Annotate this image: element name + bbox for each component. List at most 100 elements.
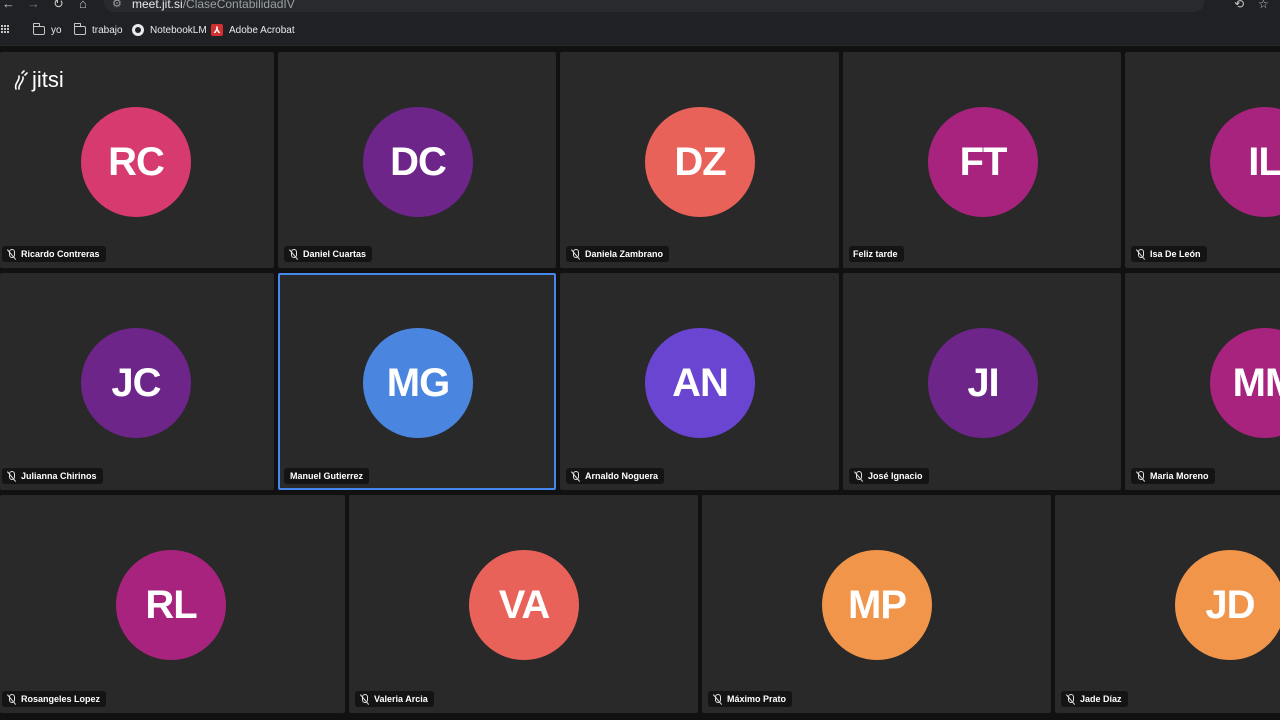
site-settings-icon[interactable]: ⚙ — [112, 0, 122, 10]
mic-muted-icon — [570, 248, 580, 260]
install-app-icon[interactable]: ⟲ — [1234, 0, 1244, 11]
participant-name-label: Arnaldo Noguera — [566, 468, 665, 484]
participant-name: Arnaldo Noguera — [585, 471, 659, 481]
url-path: /ClaseContabilidadIV — [182, 0, 295, 11]
participant-tile[interactable]: JC Julianna Chirinos — [0, 273, 274, 490]
participant-tile-active-speaker[interactable]: MG Manuel Gutierrez — [278, 273, 556, 490]
avatar-initials: DC — [390, 139, 447, 184]
participant-name-label: Valeria Arcia — [355, 691, 434, 707]
participant-tile[interactable]: DZ Daniela Zambrano — [560, 52, 839, 268]
back-icon[interactable]: ← — [2, 0, 15, 11]
participant-avatar: MP — [822, 550, 932, 660]
participant-tile[interactable]: MP Máximo Prato — [702, 495, 1051, 713]
participant-name: Daniela Zambrano — [585, 249, 664, 259]
participant-avatar: DZ — [645, 107, 755, 217]
avatar-initials: AN — [672, 360, 729, 405]
mic-muted-icon — [288, 248, 298, 260]
participant-name: Rosangeles Lopez — [21, 694, 101, 704]
participant-name-label: Ricardo Contreras — [2, 246, 106, 262]
avatar-initials: JC — [111, 360, 161, 405]
bookmarks-bar: yo trabajo NotebookLM ⅄ Adobe Acrobat — [0, 14, 1280, 46]
forward-icon[interactable]: → — [27, 0, 40, 11]
home-icon[interactable]: ⌂ — [79, 0, 87, 11]
acrobat-icon: ⅄ — [211, 24, 223, 36]
avatar-initials: MP — [848, 582, 907, 627]
participant-tile[interactable]: AN Arnaldo Noguera — [560, 273, 839, 490]
participant-name: Ricardo Contreras — [21, 249, 100, 259]
participant-avatar: JC — [81, 328, 191, 438]
participant-avatar: AN — [645, 328, 755, 438]
participant-name-label: José Ignacio — [849, 468, 929, 484]
jitsi-logo[interactable]: jitsi — [12, 67, 64, 93]
avatar-initials: JD — [1205, 582, 1255, 627]
mic-muted-icon — [712, 693, 722, 705]
participant-name-label: Daniela Zambrano — [566, 246, 670, 262]
participant-tile[interactable]: JD Jade Díaz — [1055, 495, 1280, 713]
reload-icon[interactable]: ↻ — [53, 0, 64, 11]
avatar-initials: MG — [386, 360, 450, 405]
participant-name: Maria Moreno — [1150, 471, 1209, 481]
jitsi-logo-icon — [14, 70, 28, 90]
avatar-initials: IL — [1248, 139, 1280, 184]
url-text[interactable]: meet.jit.si/ClaseContabilidadIV — [132, 0, 295, 11]
mic-muted-icon — [1065, 693, 1075, 705]
participant-name-label: Daniel Cuartas — [284, 246, 373, 262]
participant-tile[interactable]: VA Valeria Arcia — [349, 495, 698, 713]
participant-name-label: Isa De León — [1131, 246, 1207, 262]
mic-muted-icon — [1135, 470, 1145, 482]
participant-name-label: Feliz tarde — [849, 246, 904, 262]
participant-avatar: VA — [469, 550, 579, 660]
folder-icon — [73, 22, 86, 35]
bookmark-yo[interactable]: yo — [32, 22, 62, 38]
participant-name-label: Máximo Prato — [708, 691, 793, 707]
participant-name-label: Jade Díaz — [1061, 691, 1128, 707]
avatar-initials: RL — [145, 582, 197, 627]
bookmark-star-icon[interactable]: ☆ — [1258, 0, 1269, 11]
bookmark-label: yo — [51, 24, 62, 36]
participant-name: Valeria Arcia — [374, 694, 428, 704]
bookmark-notebooklm[interactable]: NotebookLM — [132, 22, 207, 38]
participant-tile[interactable]: JI José Ignacio — [843, 273, 1121, 490]
participant-avatar: JI — [928, 328, 1038, 438]
participant-name-label: Rosangeles Lopez — [2, 691, 107, 707]
participant-name: Daniel Cuartas — [303, 249, 367, 259]
bookmark-label: trabajo — [92, 24, 123, 36]
folder-icon — [32, 22, 45, 35]
participant-name: Julianna Chirinos — [21, 471, 97, 481]
participant-name: Máximo Prato — [727, 694, 787, 704]
notebooklm-icon — [132, 24, 144, 36]
participant-name: Manuel Gutierrez — [290, 471, 364, 481]
participant-name: Jade Díaz — [1080, 694, 1122, 704]
participant-tile[interactable]: IL Isa De León — [1125, 52, 1280, 268]
bookmark-label: NotebookLM — [150, 24, 207, 36]
participant-tile[interactable]: RL Rosangeles Lopez — [0, 495, 345, 713]
apps-grid-icon[interactable] — [0, 24, 9, 34]
participant-name-label: Maria Moreno — [1131, 468, 1215, 484]
participant-name: Isa De León — [1150, 249, 1201, 259]
participant-tile[interactable]: DC Daniel Cuartas — [278, 52, 556, 268]
participant-name: Feliz tarde — [853, 249, 898, 259]
mic-muted-icon — [570, 470, 580, 482]
mic-muted-icon — [1135, 248, 1145, 260]
participant-avatar: DC — [363, 107, 473, 217]
participant-avatar: MG — [363, 328, 473, 438]
participant-name-label: Manuel Gutierrez — [284, 468, 370, 484]
bookmark-adobe-acrobat[interactable]: ⅄ Adobe Acrobat — [211, 22, 295, 38]
participant-avatar: FT — [928, 107, 1038, 217]
bookmark-label: Adobe Acrobat — [229, 24, 295, 36]
jitsi-logo-text: jitsi — [32, 67, 64, 92]
avatar-initials: DZ — [674, 139, 726, 184]
participant-avatar: MM — [1210, 328, 1280, 438]
avatar-initials: JI — [967, 360, 999, 405]
participant-tile[interactable]: FT Feliz tarde — [843, 52, 1121, 268]
participant-avatar: IL — [1210, 107, 1280, 217]
mic-muted-icon — [6, 248, 16, 260]
mic-muted-icon — [6, 470, 16, 482]
participant-name: José Ignacio — [868, 471, 923, 481]
bookmark-trabajo[interactable]: trabajo — [73, 22, 123, 38]
participant-tile[interactable]: MM Maria Moreno — [1125, 273, 1280, 490]
avatar-initials: FT — [959, 139, 1008, 184]
avatar-initials: MM — [1232, 360, 1280, 405]
mic-muted-icon — [6, 693, 16, 705]
participant-avatar: RL — [116, 550, 226, 660]
